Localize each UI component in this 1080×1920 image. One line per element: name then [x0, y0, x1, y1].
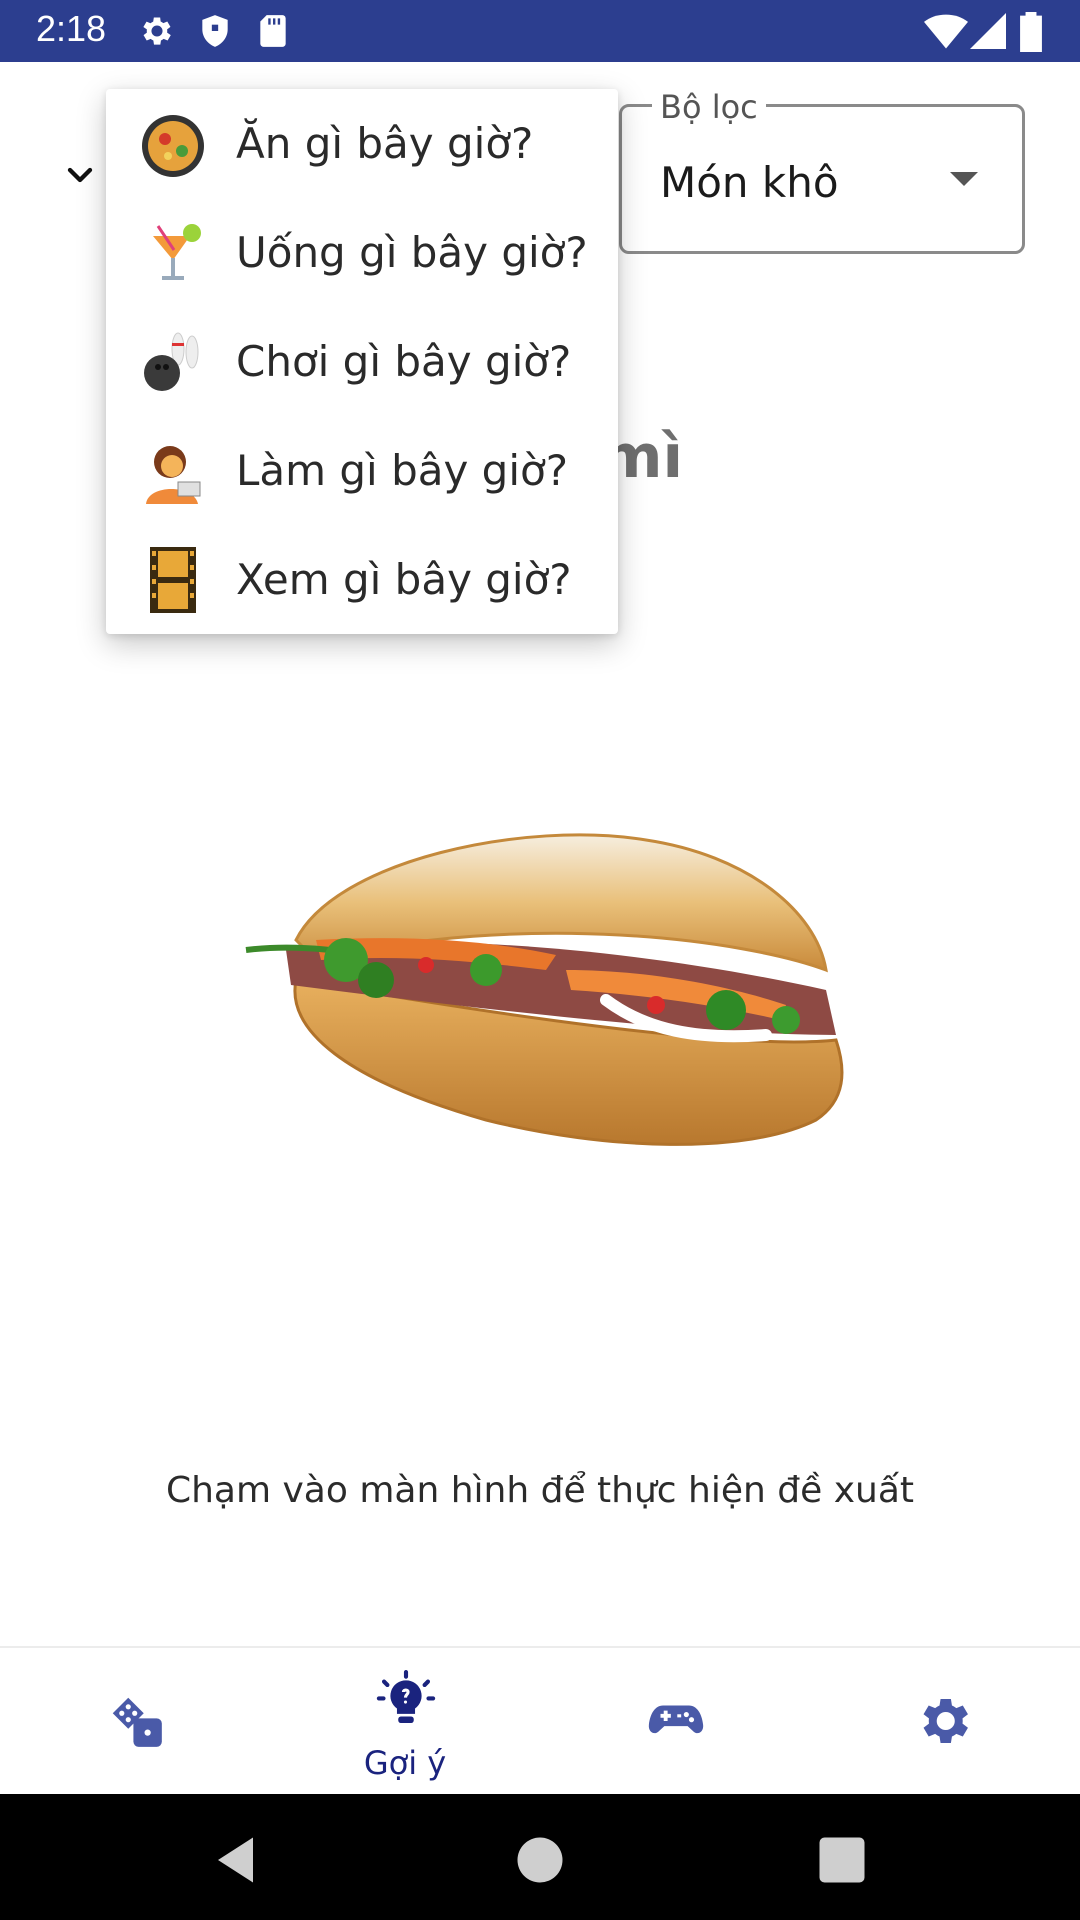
artist-person-icon [146, 446, 201, 504]
recents-icon[interactable] [812, 1830, 872, 1890]
filter-label: Bộ lọc [652, 88, 766, 126]
menu-item-choi[interactable]: Chơi gì bây giờ? [106, 307, 618, 416]
gamepad-icon [648, 1705, 704, 1734]
lightbulb-icon [376, 1670, 436, 1723]
nav-games[interactable] [540, 1648, 810, 1796]
menu-item-lam[interactable]: Làm gì bây giờ? [106, 416, 618, 525]
back-icon[interactable] [208, 1830, 268, 1890]
menu-item-uong[interactable]: Uống gì bây giờ? [106, 198, 618, 307]
sd-card-status-icon [260, 15, 286, 47]
settings-status-icon [143, 17, 171, 45]
menu-item-label: Làm gì bây giờ? [236, 446, 569, 495]
bowling-icon [144, 332, 199, 391]
status-time: 2:18 [36, 8, 107, 49]
banh-mi-image [245, 833, 844, 1146]
menu-item-label: Ăn gì bây giờ? [236, 119, 534, 168]
dropdown-arrow-icon[interactable] [950, 172, 978, 186]
signal-icon [970, 13, 1006, 49]
menu-item-label: Uống gì bây giờ? [236, 228, 588, 277]
battery-icon [1020, 12, 1042, 52]
menu-item-label: Xem gì bây giờ? [236, 555, 572, 604]
tropical-drink-icon [153, 224, 201, 280]
filter-value[interactable]: Món khô [660, 158, 839, 207]
menu-item-label: Chơi gì bây giờ? [236, 337, 572, 386]
bottom-nav: Gợi ý [0, 1646, 1080, 1796]
paella-pan-icon [142, 115, 204, 177]
dice-icon [112, 1697, 162, 1747]
nav-dice[interactable] [0, 1648, 270, 1796]
nav-label: Gợi ý [363, 1744, 447, 1782]
tap-hint: Chạm vào màn hình để thực hiện đề xuất [165, 1470, 915, 1511]
settings-gear-icon [923, 1699, 968, 1743]
category-menu: Ăn gì bây giờ? Uống gì bây giờ? Chơi gì … [106, 89, 618, 634]
chevron-down-icon[interactable] [60, 155, 100, 195]
nav-suggest[interactable]: Gợi ý [270, 1648, 540, 1796]
home-icon[interactable] [510, 1830, 570, 1890]
nav-settings[interactable] [810, 1648, 1080, 1796]
menu-item-xem[interactable]: Xem gì bây giờ? [106, 525, 618, 634]
wifi-icon [924, 14, 968, 49]
shield-status-icon [202, 15, 228, 47]
menu-item-an[interactable]: Ăn gì bây giờ? [106, 89, 618, 198]
status-bar: 2:18 [0, 0, 1080, 62]
film-frames-icon [150, 547, 196, 613]
system-nav-bar [0, 1794, 1080, 1920]
